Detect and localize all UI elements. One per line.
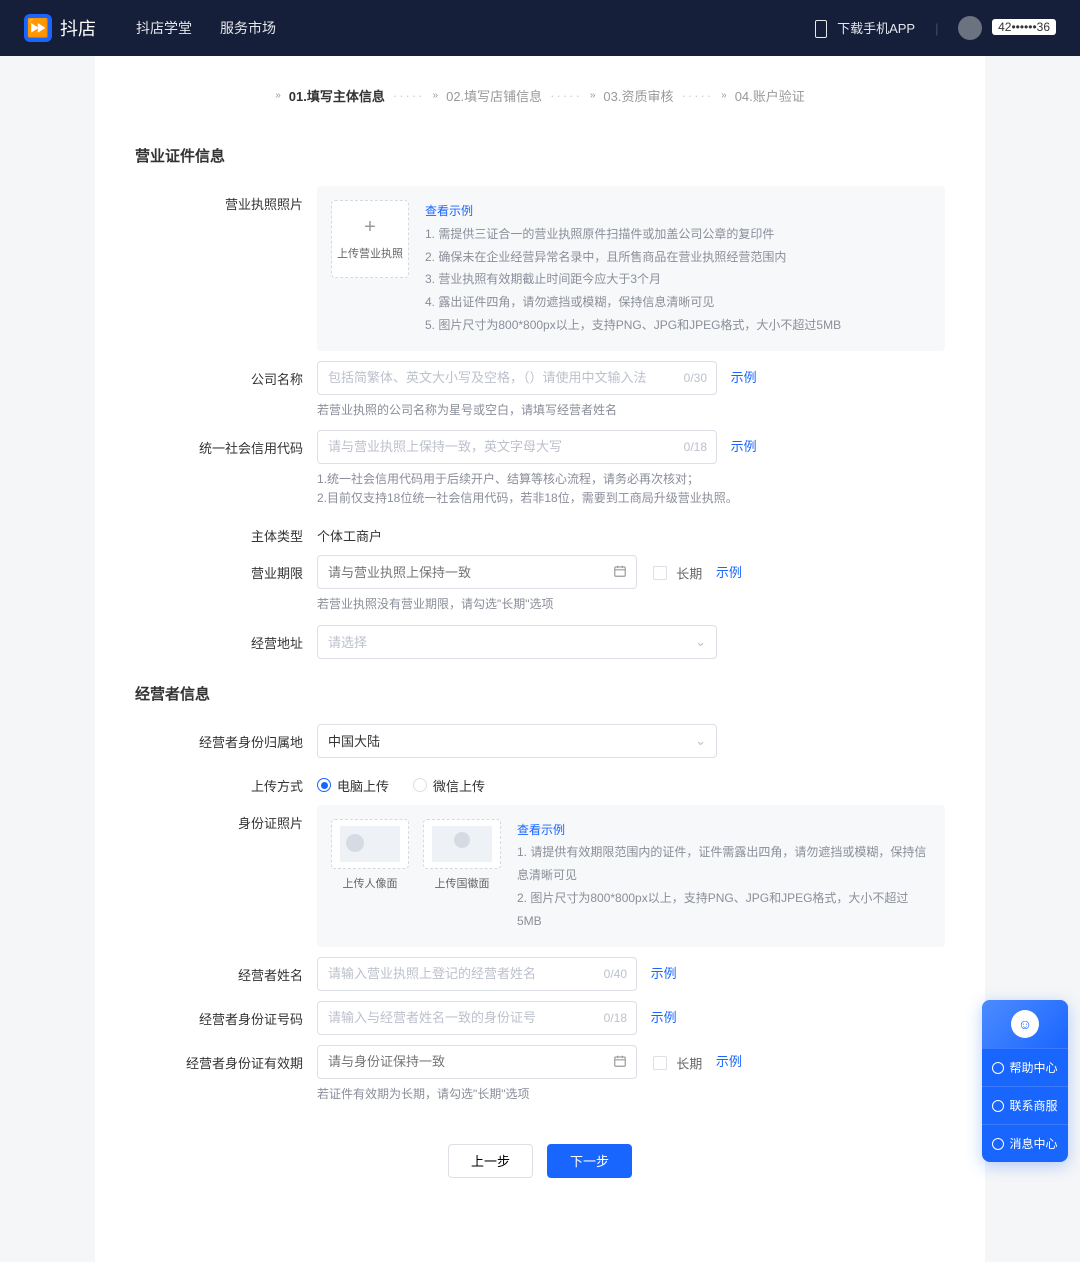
code-help-text: 2.目前仅支持18位统一社会信用代码，若非18位，需要到工商局升级营业执照。 <box>317 489 945 508</box>
help-float-panel: ☺ 帮助中心 联系商服 消息中心 <box>982 1000 1068 1162</box>
top-nav: ⏩ 抖店 抖店学堂 服务市场 下载手机APP | 42••••••36 <box>0 0 1080 56</box>
entity-type-value: 个体工商户 <box>317 518 945 545</box>
company-name-input[interactable] <box>317 361 717 395</box>
hint-text: 1. 需提供三证合一的营业执照原件扫描件或加盖公司公章的复印件 <box>425 223 931 246</box>
chevron-down-icon: ⌄ <box>695 733 706 749</box>
message-center-button[interactable]: 消息中心 <box>982 1124 1068 1162</box>
hint-text: 2. 确保未在企业经营异常名录中，且所售商品在营业执照经营范围内 <box>425 246 931 269</box>
hint-text: 1. 请提供有效期限范围内的证件，证件需露出四角，请勿遮挡或模糊，保持信息清晰可… <box>517 841 931 887</box>
label-entity-type: 主体类型 <box>135 518 317 545</box>
operator-name-counter: 0/40 <box>604 957 627 991</box>
avatar <box>958 16 982 40</box>
phone-icon <box>815 20 827 38</box>
period-longterm-checkbox[interactable] <box>653 566 667 580</box>
business-address-select[interactable]: 请选择 ⌄ <box>317 625 717 659</box>
view-id-example-link[interactable]: 查看示例 <box>517 819 931 842</box>
expire-example-link[interactable]: 示例 <box>716 1054 742 1069</box>
business-period-input[interactable] <box>317 555 637 589</box>
chevron-icon: » <box>275 90 281 101</box>
expire-longterm-checkbox[interactable] <box>653 1056 667 1070</box>
label-business-address: 经营地址 <box>135 625 317 652</box>
code-example-link[interactable]: 示例 <box>731 439 757 454</box>
license-upload-panel: + 上传营业执照 查看示例 1. 需提供三证合一的营业执照原件扫描件或加盖公司公… <box>317 186 945 351</box>
next-button[interactable]: 下一步 <box>547 1144 632 1178</box>
section-license-title: 营业证件信息 <box>135 145 945 166</box>
divider: | <box>935 21 938 36</box>
label-id-photo: 身份证照片 <box>135 805 317 832</box>
float-assistant[interactable]: ☺ <box>982 1000 1068 1048</box>
brand-text: 抖店 <box>60 15 96 41</box>
code-help-text: 1.统一社会信用代码用于后续开户、结算等核心流程，请务必再次核对； <box>317 470 945 489</box>
step-3: 03.资质审核 <box>603 86 673 105</box>
idno-example-link[interactable]: 示例 <box>651 1010 677 1025</box>
id-front-icon <box>340 826 400 862</box>
company-example-link[interactable]: 示例 <box>731 370 757 385</box>
operator-origin-select[interactable]: 中国大陆 ⌄ <box>317 724 717 758</box>
step-indicator: » 01.填写主体信息 ····· » 02.填写店铺信息 ····· » 03… <box>135 86 945 105</box>
label-company-name: 公司名称 <box>135 361 317 388</box>
logo-icon: ⏩ <box>24 14 52 42</box>
longterm-label: 长期 <box>676 567 702 582</box>
operator-name-input[interactable] <box>317 957 637 991</box>
view-license-example-link[interactable]: 查看示例 <box>425 200 931 223</box>
radio-icon <box>317 778 331 792</box>
upload-method-wechat-radio[interactable]: 微信上传 <box>413 776 485 795</box>
prev-button[interactable]: 上一步 <box>448 1144 533 1178</box>
longterm-label: 长期 <box>676 1056 702 1071</box>
chevron-down-icon: ⌄ <box>695 634 706 650</box>
label-business-period: 营业期限 <box>135 555 317 582</box>
label-operator-origin: 经营者身份归属地 <box>135 724 317 751</box>
id-expire-input[interactable] <box>317 1045 637 1079</box>
label-upload-method: 上传方式 <box>135 768 317 795</box>
expire-help-text: 若证件有效期为长期，请勾选"长期"选项 <box>317 1085 945 1104</box>
nav-market[interactable]: 服务市场 <box>220 18 276 38</box>
upload-id-front-button[interactable] <box>331 819 409 869</box>
label-operator-name: 经营者姓名 <box>135 957 317 984</box>
label-credit-code: 统一社会信用代码 <box>135 430 317 457</box>
company-name-counter: 0/30 <box>684 361 707 395</box>
download-app-link[interactable]: 下载手机APP <box>815 18 915 39</box>
label-license-photo: 营业执照照片 <box>135 186 317 213</box>
step-2: 02.填写店铺信息 <box>446 86 542 105</box>
company-help-text: 若营业执照的公司名称为星号或空白，请填写经营者姓名 <box>317 401 945 420</box>
brand-logo[interactable]: ⏩ 抖店 <box>24 14 96 42</box>
step-1: 01.填写主体信息 <box>289 86 385 105</box>
chevron-icon: » <box>590 90 596 101</box>
label-id-expire: 经营者身份证有效期 <box>135 1045 317 1072</box>
step-4: 04.账户验证 <box>735 86 805 105</box>
upload-id-back-button[interactable] <box>423 819 501 869</box>
page-container: » 01.填写主体信息 ····· » 02.填写店铺信息 ····· » 03… <box>95 56 985 1262</box>
credit-code-input[interactable] <box>317 430 717 464</box>
id-back-icon <box>432 826 492 862</box>
help-icon <box>992 1062 1004 1074</box>
upload-license-button[interactable]: + 上传营业执照 <box>331 200 409 278</box>
hint-text: 2. 图片尺寸为800*800px以上，支持PNG、JPG和JPEG格式，大小不… <box>517 887 931 933</box>
credit-code-counter: 0/18 <box>684 430 707 464</box>
headset-icon <box>992 1100 1004 1112</box>
radio-icon <box>413 778 427 792</box>
help-center-button[interactable]: 帮助中心 <box>982 1048 1068 1086</box>
hint-text: 5. 图片尺寸为800*800px以上，支持PNG、JPG和JPEG格式，大小不… <box>425 314 931 337</box>
name-example-link[interactable]: 示例 <box>651 966 677 981</box>
chevron-icon: » <box>721 90 727 101</box>
user-id-masked: 42••••••36 <box>992 19 1056 35</box>
upload-method-pc-radio[interactable]: 电脑上传 <box>317 776 389 795</box>
plus-icon: + <box>364 217 376 237</box>
message-icon <box>992 1138 1004 1150</box>
nav-academy[interactable]: 抖店学堂 <box>136 18 192 38</box>
assistant-face-icon: ☺ <box>1011 1010 1039 1038</box>
period-help-text: 若营业执照没有营业期限，请勾选"长期"选项 <box>317 595 945 614</box>
section-operator-title: 经营者信息 <box>135 683 945 704</box>
hint-text: 4. 露出证件四角，请勿遮挡或模糊，保持信息清晰可见 <box>425 291 931 314</box>
period-example-link[interactable]: 示例 <box>716 565 742 580</box>
operator-idno-input[interactable] <box>317 1001 637 1035</box>
label-operator-idno: 经营者身份证号码 <box>135 1001 317 1028</box>
user-menu[interactable]: 42••••••36 <box>958 16 1056 40</box>
contact-service-button[interactable]: 联系商服 <box>982 1086 1068 1124</box>
hint-text: 3. 营业执照有效期截止时间距今应大于3个月 <box>425 268 931 291</box>
chevron-icon: » <box>433 90 439 101</box>
operator-idno-counter: 0/18 <box>604 1001 627 1035</box>
id-upload-panel: 上传人像面 上传国徽面 查看示例 1. 请提供有效期限范围内的证件，证件需露出四… <box>317 805 945 947</box>
